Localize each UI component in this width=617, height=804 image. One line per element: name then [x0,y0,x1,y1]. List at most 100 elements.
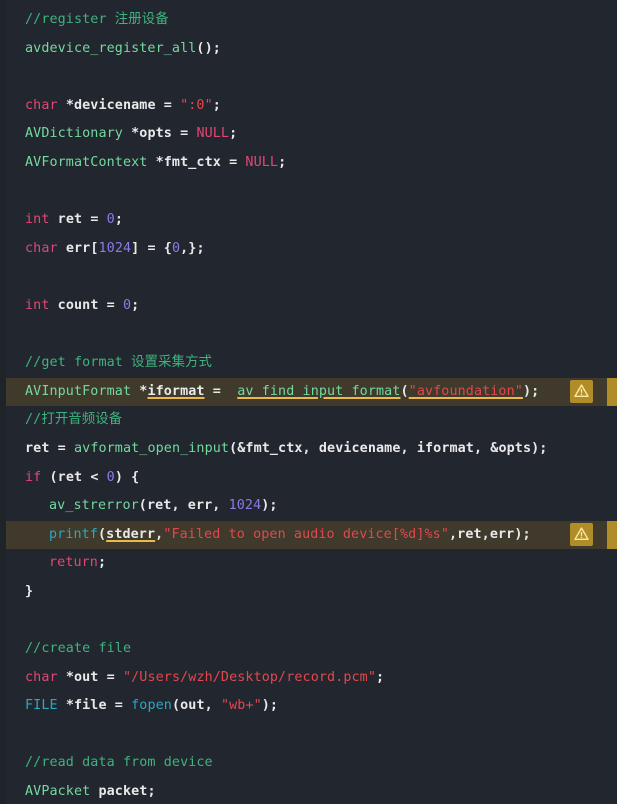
code-token: AVDictionary [25,126,123,142]
code-token: , [204,698,221,714]
code-token: 0 [106,212,115,228]
code-token: if [25,469,42,485]
code-token: iformat [416,440,474,456]
code-line[interactable]: FILE *file = fopen(out, "wb+"); [0,692,617,721]
code-line[interactable]: //register 注册设备 [0,6,617,35]
code-token: = [82,212,107,228]
code-token: return [49,555,98,571]
code-token: ( [138,498,147,514]
code-token: fmt_ctx [163,154,221,170]
code-content[interactable]: //register 注册设备 avdevice_register_all(); c… [0,0,617,804]
warning-triangle-icon[interactable] [570,379,593,403]
code-line[interactable] [0,606,617,635]
code-token: , [448,526,458,542]
code-token: ( [400,383,409,399]
code-token: iformat [147,383,205,399]
code-line[interactable]: //read data from device [0,749,617,778]
code-line[interactable]: //get format 设置采集方式 [0,349,617,378]
code-token: NULL [245,154,279,170]
code-token: ; [229,126,238,142]
code-token: * [122,126,140,142]
code-token: (& [229,440,246,456]
code-line[interactable]: AVDictionary *opts = NULL; [0,120,617,149]
code-token: int [25,297,50,313]
code-line[interactable] [0,721,617,750]
code-token: av_strerror [49,498,139,514]
code-token: "/Users/wzh/Desktop/record.pcm" [122,669,377,685]
code-token: devicename [73,97,156,113]
code-token: file [73,698,107,714]
code-token: //打开音频设备 [25,412,123,428]
code-token: ; [376,669,385,685]
code-token: int [25,212,50,228]
code-line[interactable]: ret = avformat_open_input(&fmt_ctx, devi… [0,435,617,464]
code-token: ( [97,526,107,542]
code-line[interactable]: AVFormatContext *fmt_ctx = NULL; [0,149,617,178]
code-line[interactable]: if (ret < 0) { [0,464,617,493]
code-token: = [204,383,238,399]
code-line[interactable]: avdevice_register_all(); [0,35,617,64]
code-token: , [400,440,417,456]
code-token: 0 [122,297,132,313]
code-token: //create file [25,641,132,657]
code-editor[interactable]: //register 注册设备 avdevice_register_all(); c… [0,0,617,804]
code-line[interactable]: char *out = "/Users/wzh/Desktop/record.p… [0,664,617,693]
code-token: * [57,97,74,113]
code-line[interactable] [0,263,617,292]
code-line[interactable]: int ret = 0; [0,206,617,235]
code-line[interactable]: AVPacket packet; [0,778,617,804]
code-token: AVFormatContext [25,154,148,170]
code-token: } [25,583,34,599]
warning-ruler-edge[interactable] [607,520,617,550]
code-token: , [212,498,229,514]
code-token: [ [90,240,99,256]
code-line[interactable]: //打开音频设备 [0,406,617,435]
code-token: av_find_input_format [237,383,401,399]
code-token: * [57,698,74,714]
code-line[interactable]: //create file [0,635,617,664]
code-line[interactable] [0,321,617,350]
code-token: err [187,498,213,514]
code-token: char [25,97,58,113]
code-token: AVInputFormat [25,383,132,399]
code-token: "Failed to open audio device[%d]%s" [163,526,449,542]
code-line[interactable]: char *devicename = ":0"; [0,92,617,121]
code-token: = [49,440,74,456]
code-token: 注册设备 [114,12,169,27]
warning-ruler-edge[interactable] [607,377,617,407]
code-line[interactable]: printf(stderr,"Failed to open audio devi… [0,520,617,550]
code-token: fmt_ctx [245,440,303,456]
warning-ruler-gap [593,520,607,550]
code-token: err [489,526,515,542]
code-token: printf [49,526,98,542]
code-line[interactable] [0,63,617,92]
code-line[interactable]: return; [0,549,617,578]
code-token: ret [457,526,482,542]
code-token: err [65,240,91,256]
code-token: ":0" [180,97,213,113]
code-line[interactable]: av_strerror(ret, err, 1024); [0,492,617,521]
code-token: ); [514,526,531,542]
code-line[interactable]: int count = 0; [0,292,617,321]
code-token: 1024 [98,240,132,256]
code-token: ; [147,784,156,800]
code-token: 0 [106,469,115,485]
code-token: fopen [131,698,172,714]
code-token: opts [498,440,532,456]
code-line[interactable]: char err[1024] = {0,}; [0,235,617,264]
code-token: NULL [196,126,230,142]
code-token: AVPacket [25,784,91,800]
code-line[interactable] [0,178,617,207]
code-line[interactable]: AVInputFormat *iformat = av_find_input_f… [0,377,617,407]
code-token: "wb+" [220,698,262,714]
code-token: devicename [318,440,401,456]
code-token: avdevice_register_all [25,40,197,56]
code-token: ret [57,212,83,228]
code-token: ; [212,97,221,113]
code-token: , [481,526,490,542]
warning-triangle-icon[interactable] [570,522,593,546]
code-token: char [25,240,58,256]
code-line[interactable]: } [0,578,617,607]
code-token: //read data from device [25,755,213,771]
